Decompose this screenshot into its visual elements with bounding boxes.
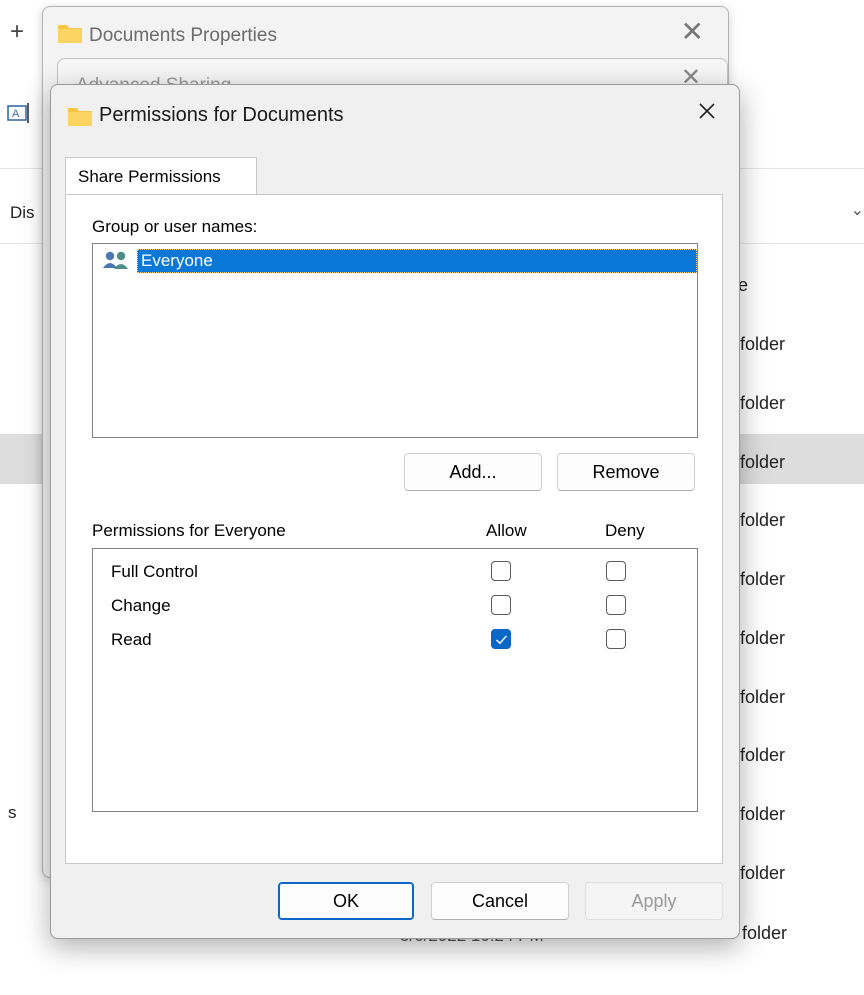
- deny-checkbox-read[interactable]: [606, 629, 626, 649]
- remove-button[interactable]: Remove: [557, 453, 695, 491]
- apply-button[interactable]: Apply: [585, 882, 723, 920]
- permission-row-change: Change: [111, 592, 671, 620]
- permissions-dialog: Permissions for Documents Share Permissi…: [50, 84, 740, 939]
- allow-checkbox-full-control[interactable]: [491, 561, 511, 581]
- ok-button[interactable]: OK: [278, 882, 414, 920]
- tab-label: Share Permissions: [78, 167, 221, 186]
- tab-share-permissions[interactable]: Share Permissions: [65, 157, 257, 196]
- checkmark-icon: [496, 635, 508, 645]
- dialog-title: Permissions for Documents: [99, 104, 344, 126]
- permissions-label: Permissions for Everyone: [92, 521, 286, 540]
- allow-column-header: Allow: [486, 521, 527, 540]
- share-permissions-panel: Group or user names: Everyone Add... Rem…: [65, 194, 723, 864]
- user-name: Everyone: [141, 251, 213, 270]
- window-title: Documents Properties: [89, 25, 277, 46]
- bg-partial-label-s: s: [8, 803, 17, 822]
- permission-row-read: Read: [111, 626, 671, 654]
- svg-text:A: A: [12, 108, 20, 120]
- allow-checkbox-change[interactable]: [491, 595, 511, 615]
- deny-checkbox-full-control[interactable]: [606, 561, 626, 581]
- permission-name: Change: [111, 596, 171, 615]
- bg-partial-label: Dis: [10, 203, 35, 222]
- list-item[interactable]: Everyone: [99, 249, 697, 273]
- rename-icon[interactable]: A: [6, 100, 32, 126]
- folder-icon: [68, 108, 92, 126]
- user-list[interactable]: Everyone: [92, 243, 698, 438]
- permissions-list: Full Control Change Read: [92, 548, 698, 812]
- close-icon[interactable]: [693, 97, 721, 125]
- folder-icon: [58, 25, 82, 43]
- close-icon[interactable]: ✕: [681, 15, 704, 48]
- deny-checkbox-change[interactable]: [606, 595, 626, 615]
- new-tab-button[interactable]: +: [10, 18, 24, 46]
- group-names-label: Group or user names:: [92, 217, 258, 236]
- deny-column-header: Deny: [605, 521, 645, 540]
- chevron-down-icon[interactable]: ⌄: [851, 200, 864, 220]
- selection-highlight: [137, 249, 697, 273]
- permission-name: Full Control: [111, 562, 198, 581]
- users-group-icon: [103, 251, 128, 269]
- allow-checkbox-read[interactable]: [491, 629, 511, 649]
- cancel-button[interactable]: Cancel: [431, 882, 569, 920]
- permission-row-full-control: Full Control: [111, 558, 671, 586]
- add-button[interactable]: Add...: [404, 453, 542, 491]
- permission-name: Read: [111, 630, 152, 649]
